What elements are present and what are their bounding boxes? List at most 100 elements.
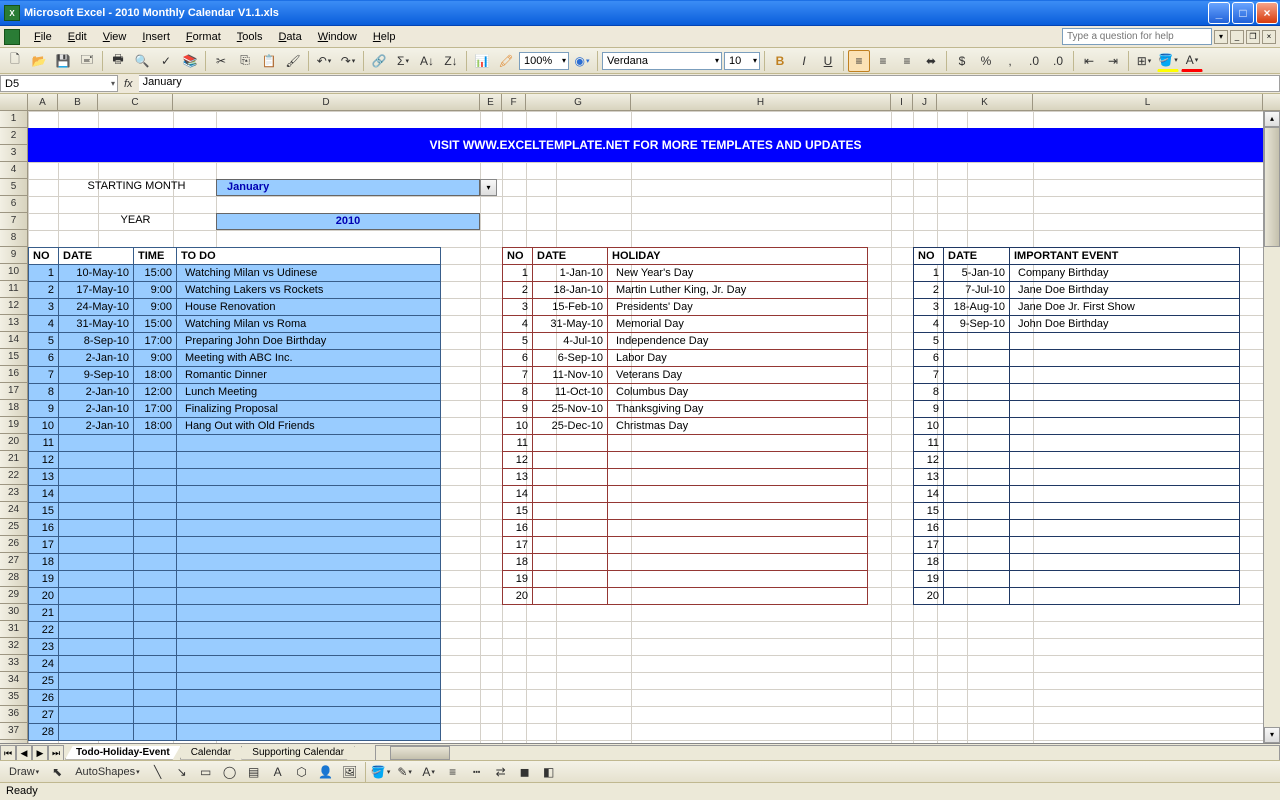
table-row[interactable]: 1025-Dec-10Christmas Day	[503, 418, 868, 435]
starting-month-dropdown-icon[interactable]: ▾	[480, 179, 497, 196]
table-row[interactable]: 318-Aug-10Jane Doe Jr. First Show	[914, 299, 1240, 316]
table-row[interactable]: 315-Feb-10Presidents' Day	[503, 299, 868, 316]
chart-wizard-icon[interactable]: 📊	[471, 50, 493, 72]
row-header-1[interactable]: 1	[0, 111, 27, 128]
table-row[interactable]: 20	[503, 588, 868, 605]
table-row[interactable]: 19	[914, 571, 1240, 588]
spelling-icon[interactable]: ✓	[155, 50, 177, 72]
paste-icon[interactable]: 📋	[258, 50, 280, 72]
draw-menu[interactable]: Draw	[4, 761, 44, 783]
table-row[interactable]: 79-Sep-1018:00Romantic Dinner	[29, 367, 441, 384]
hyperlink-icon[interactable]: 🔗	[368, 50, 390, 72]
table-row[interactable]: 20	[29, 588, 441, 605]
holiday-table[interactable]: NODATEHOLIDAY11-Jan-10New Year's Day218-…	[502, 247, 868, 605]
vertical-scrollbar[interactable]: ▴ ▾	[1263, 111, 1280, 743]
name-box[interactable]: D5	[0, 75, 118, 92]
table-row[interactable]: 11	[29, 435, 441, 452]
font-size-combo[interactable]: 10	[724, 52, 760, 70]
menu-data[interactable]: Data	[270, 29, 309, 45]
row-header-3[interactable]: 3	[0, 145, 27, 162]
zoom-combo[interactable]: 100%	[519, 52, 569, 70]
table-row[interactable]: 431-May-1015:00Watching Milan vs Roma	[29, 316, 441, 333]
diagram-icon[interactable]: ⬡	[291, 761, 313, 783]
table-row[interactable]: 58-Sep-1017:00Preparing John Doe Birthda…	[29, 333, 441, 350]
tab-prev-icon[interactable]: ◀	[16, 745, 32, 761]
decrease-indent-icon[interactable]: ⇤	[1078, 50, 1100, 72]
table-row[interactable]: 49-Sep-10John Doe Birthday	[914, 316, 1240, 333]
table-row[interactable]: 15	[29, 503, 441, 520]
starting-month-cell[interactable]: January	[216, 179, 480, 196]
row-header-32[interactable]: 32	[0, 638, 27, 655]
row-header-31[interactable]: 31	[0, 621, 27, 638]
row-header-11[interactable]: 11	[0, 281, 27, 298]
row-header-15[interactable]: 15	[0, 349, 27, 366]
clipart-icon[interactable]: 👤	[315, 761, 337, 783]
row-header-20[interactable]: 20	[0, 434, 27, 451]
table-row[interactable]: 16	[29, 520, 441, 537]
minimize-button[interactable]: _	[1208, 2, 1230, 24]
table-row[interactable]: 16	[503, 520, 868, 537]
print-preview-icon[interactable]: 🔍	[131, 50, 153, 72]
table-row[interactable]: 14	[503, 486, 868, 503]
copy-icon[interactable]: ⎘	[234, 50, 256, 72]
col-header-G[interactable]: G	[526, 94, 631, 110]
row-header-26[interactable]: 26	[0, 536, 27, 553]
event-table[interactable]: NODATEIMPORTANT EVENT15-Jan-10Company Bi…	[913, 247, 1240, 605]
table-row[interactable]: 218-Jan-10Martin Luther King, Jr. Day	[503, 282, 868, 299]
table-row[interactable]: 13	[914, 469, 1240, 486]
table-row[interactable]: 13	[29, 469, 441, 486]
row-header-18[interactable]: 18	[0, 400, 27, 417]
table-row[interactable]: 324-May-109:00House Renovation	[29, 299, 441, 316]
row-header-6[interactable]: 6	[0, 196, 27, 213]
table-row[interactable]: 102-Jan-1018:00Hang Out with Old Friends	[29, 418, 441, 435]
row-header-14[interactable]: 14	[0, 332, 27, 349]
table-row[interactable]: 12	[29, 452, 441, 469]
font-color-draw-icon[interactable]: A	[418, 761, 440, 783]
doc-minimize-button[interactable]: _	[1230, 30, 1244, 44]
menu-tools[interactable]: Tools	[229, 29, 271, 45]
row-header-17[interactable]: 17	[0, 383, 27, 400]
row-header-10[interactable]: 10	[0, 264, 27, 281]
menu-window[interactable]: Window	[310, 29, 365, 45]
year-cell[interactable]: 2010	[216, 213, 480, 230]
sort-asc-icon[interactable]: A↓	[416, 50, 438, 72]
table-row[interactable]: 925-Nov-10Thanksgiving Day	[503, 401, 868, 418]
col-header-F[interactable]: F	[502, 94, 526, 110]
cut-icon[interactable]: ✂	[210, 50, 232, 72]
table-row[interactable]: 711-Nov-10Veterans Day	[503, 367, 868, 384]
table-row[interactable]: 23	[29, 639, 441, 656]
formula-input[interactable]: January	[139, 75, 1280, 92]
underline-icon[interactable]: U	[817, 50, 839, 72]
table-row[interactable]: 6	[914, 350, 1240, 367]
col-header-E[interactable]: E	[480, 94, 502, 110]
row-header-19[interactable]: 19	[0, 417, 27, 434]
row-header-33[interactable]: 33	[0, 655, 27, 672]
row-header-27[interactable]: 27	[0, 553, 27, 570]
table-row[interactable]: 14	[29, 486, 441, 503]
row-header-35[interactable]: 35	[0, 689, 27, 706]
col-header-H[interactable]: H	[631, 94, 891, 110]
table-row[interactable]: 27-Jul-10Jane Doe Birthday	[914, 282, 1240, 299]
table-row[interactable]: 11	[914, 435, 1240, 452]
table-row[interactable]: 217-May-109:00Watching Lakers vs Rockets	[29, 282, 441, 299]
menu-format[interactable]: Format	[178, 29, 229, 45]
borders-icon[interactable]: ⊞	[1133, 50, 1155, 72]
table-row[interactable]: 28	[29, 724, 441, 741]
oval-icon[interactable]: ◯	[219, 761, 241, 783]
percent-icon[interactable]: %	[975, 50, 997, 72]
row-header-37[interactable]: 37	[0, 723, 27, 740]
row-header-16[interactable]: 16	[0, 366, 27, 383]
table-row[interactable]: 15-Jan-10Company Birthday	[914, 265, 1240, 282]
table-row[interactable]: 22	[29, 622, 441, 639]
menu-help[interactable]: Help	[365, 29, 404, 45]
picture-icon[interactable]: 🖼	[339, 761, 361, 783]
sheet-tab-calendar[interactable]: Calendar	[180, 746, 243, 760]
format-painter-icon[interactable]: 🖌	[282, 50, 304, 72]
col-header-D[interactable]: D	[173, 94, 480, 110]
menu-file[interactable]: File	[26, 29, 60, 45]
row-header-28[interactable]: 28	[0, 570, 27, 587]
decrease-decimal-icon[interactable]: .0	[1047, 50, 1069, 72]
table-row[interactable]: 15	[914, 503, 1240, 520]
permission-icon[interactable]: 🖃	[76, 50, 98, 72]
table-row[interactable]: 16	[914, 520, 1240, 537]
